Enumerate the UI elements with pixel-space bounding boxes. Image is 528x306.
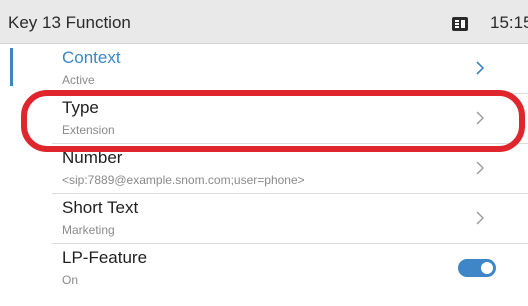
settings-list: Context Active Type Extension Number <si… [0,44,528,306]
menu-item-value: Active [62,73,95,87]
scroll-indicator [10,48,13,86]
phone-display-icon [452,17,468,31]
menu-item-context[interactable]: Context Active [52,44,528,94]
toggle-knob [481,262,493,274]
menu-item-number[interactable]: Number <sip:7889@example.snom.com;user=p… [52,144,528,194]
chevron-right-icon [476,161,484,175]
chevron-right-icon [476,211,484,225]
menu-item-label: LP-Feature [62,248,148,267]
menu-item-value: Extension [62,123,115,137]
page-title: Key 13 Function [8,13,131,32]
chevron-right-icon [476,111,484,125]
menu-item-type[interactable]: Type Extension [52,94,528,144]
lp-feature-toggle[interactable] [458,259,496,277]
header-bar: Key 13 Function 15:15 [0,0,528,44]
menu-item-label: Number [62,148,123,167]
chevron-right-icon [476,61,485,75]
menu-item-value: Marketing [62,223,115,237]
menu-item-label: Type [62,98,99,117]
menu-item-label: Context [62,48,121,67]
menu-item-value: On [62,273,79,287]
clock: 15:15 [490,13,528,32]
menu-item-label: Short Text [62,198,139,217]
menu-item-value: <sip:7889@example.snom.com;user=phone> [62,173,305,187]
menu-item-short-text[interactable]: Short Text Marketing [52,194,528,244]
menu-item-lp-feature[interactable]: LP-Feature On [52,244,528,294]
